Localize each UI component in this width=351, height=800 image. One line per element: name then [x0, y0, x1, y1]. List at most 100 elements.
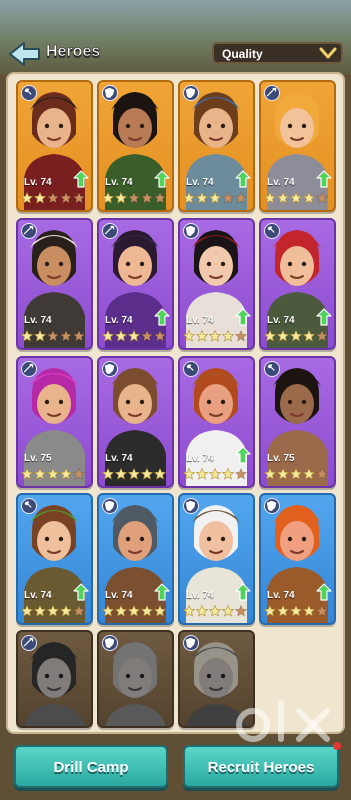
mage-role-icon: [102, 223, 118, 239]
star-icon: [196, 468, 208, 480]
hero-portrait: [267, 230, 328, 348]
star-icon: [154, 468, 166, 480]
hero-portrait: [24, 368, 85, 486]
hero-card[interactable]: Lv. 74: [259, 80, 336, 212]
star-icon: [34, 192, 46, 204]
upgrade-arrow-icon: [235, 583, 251, 601]
hero-card[interactable]: Lv. 74: [178, 493, 255, 625]
star-icon: [73, 605, 85, 617]
hero-card[interactable]: Lv. 74: [178, 218, 255, 350]
hero-level: Lv. 74: [267, 177, 295, 188]
hero-level: Lv. 74: [186, 315, 214, 326]
star-icon: [235, 468, 247, 480]
hero-card[interactable]: Lv. 74: [16, 493, 93, 625]
star-icon: [21, 330, 33, 342]
hero-card[interactable]: Lv. 75: [259, 356, 336, 488]
hero-portrait: [24, 230, 85, 348]
mage-role-icon: [264, 85, 280, 101]
hero-level: Lv. 74: [105, 453, 133, 464]
hero-card[interactable]: Lv. 74: [16, 218, 93, 350]
star-icon: [141, 468, 153, 480]
hero-card[interactable]: Lv. 74: [259, 218, 336, 350]
star-icon: [209, 468, 221, 480]
star-icon: [183, 468, 195, 480]
hero-stars: [183, 468, 248, 480]
hero-card[interactable]: Lv. 75: [16, 356, 93, 488]
hero-card[interactable]: Lv. 74: [16, 80, 93, 212]
hero-card[interactable]: [16, 630, 93, 728]
mage-role-icon: [21, 635, 37, 651]
hero-portrait: [186, 368, 247, 486]
heroes-screen: Heroes Quality Lv. 74 Lv. 74 Lv. 74 Lv. 74 L…: [0, 0, 351, 800]
axe-role-icon: [264, 223, 280, 239]
star-icon: [154, 192, 166, 204]
star-icon: [303, 468, 315, 480]
star-icon: [47, 192, 59, 204]
shield-role-icon: [183, 635, 199, 651]
star-icon: [21, 192, 33, 204]
axe-role-icon: [21, 85, 37, 101]
star-icon: [115, 605, 127, 617]
hero-level: Lv. 74: [186, 453, 214, 464]
drill-camp-button[interactable]: Drill Camp: [14, 745, 168, 788]
recruit-heroes-label: Recruit Heroes: [207, 759, 315, 776]
star-icon: [73, 192, 85, 204]
star-icon: [102, 330, 114, 342]
recruit-heroes-button[interactable]: Recruit Heroes: [183, 745, 339, 788]
star-icon: [290, 192, 302, 204]
star-icon: [21, 468, 33, 480]
hero-portrait: [267, 505, 328, 623]
hero-stars: [21, 330, 86, 342]
hero-stars: [102, 192, 167, 204]
star-icon: [47, 605, 59, 617]
axe-role-icon: [183, 361, 199, 377]
hero-card[interactable]: Lv. 74: [178, 80, 255, 212]
star-icon: [316, 330, 328, 342]
hero-card[interactable]: Lv. 74: [259, 493, 336, 625]
star-icon: [141, 192, 153, 204]
star-icon: [141, 605, 153, 617]
upgrade-arrow-icon: [235, 170, 251, 188]
hero-stars: [102, 468, 167, 480]
hero-stars: [183, 605, 248, 617]
star-icon: [235, 605, 247, 617]
hero-card[interactable]: Lv. 74: [97, 493, 174, 625]
star-icon: [235, 330, 247, 342]
hero-stars: [183, 192, 248, 204]
hero-stars: [102, 605, 167, 617]
axe-role-icon: [264, 361, 280, 377]
upgrade-arrow-icon: [316, 308, 332, 326]
hero-card[interactable]: Lv. 74: [97, 356, 174, 488]
star-icon: [183, 192, 195, 204]
hero-card[interactable]: Lv. 74: [97, 218, 174, 350]
upgrade-arrow-icon: [73, 583, 89, 601]
hero-card[interactable]: Lv. 74: [178, 356, 255, 488]
hero-level: Lv. 74: [267, 590, 295, 601]
upgrade-arrow-icon: [154, 308, 170, 326]
star-icon: [102, 605, 114, 617]
hero-stars: [264, 330, 329, 342]
upgrade-arrow-icon: [316, 583, 332, 601]
star-icon: [102, 468, 114, 480]
star-icon: [60, 468, 72, 480]
hero-stars: [102, 330, 167, 342]
hero-portrait: [267, 92, 328, 210]
hero-card[interactable]: [97, 630, 174, 728]
star-icon: [128, 468, 140, 480]
star-icon: [303, 605, 315, 617]
hero-level: Lv. 74: [105, 315, 133, 326]
sort-dropdown[interactable]: Quality: [212, 42, 343, 64]
star-icon: [115, 330, 127, 342]
olx-watermark-logo: [236, 700, 330, 742]
star-icon: [34, 330, 46, 342]
back-button[interactable]: [8, 40, 42, 68]
star-icon: [277, 330, 289, 342]
hero-portrait: [24, 92, 85, 210]
shield-role-icon: [102, 635, 118, 651]
star-icon: [290, 330, 302, 342]
hero-card[interactable]: Lv. 74: [97, 80, 174, 212]
star-icon: [222, 330, 234, 342]
star-icon: [128, 192, 140, 204]
star-icon: [60, 192, 72, 204]
star-icon: [316, 468, 328, 480]
